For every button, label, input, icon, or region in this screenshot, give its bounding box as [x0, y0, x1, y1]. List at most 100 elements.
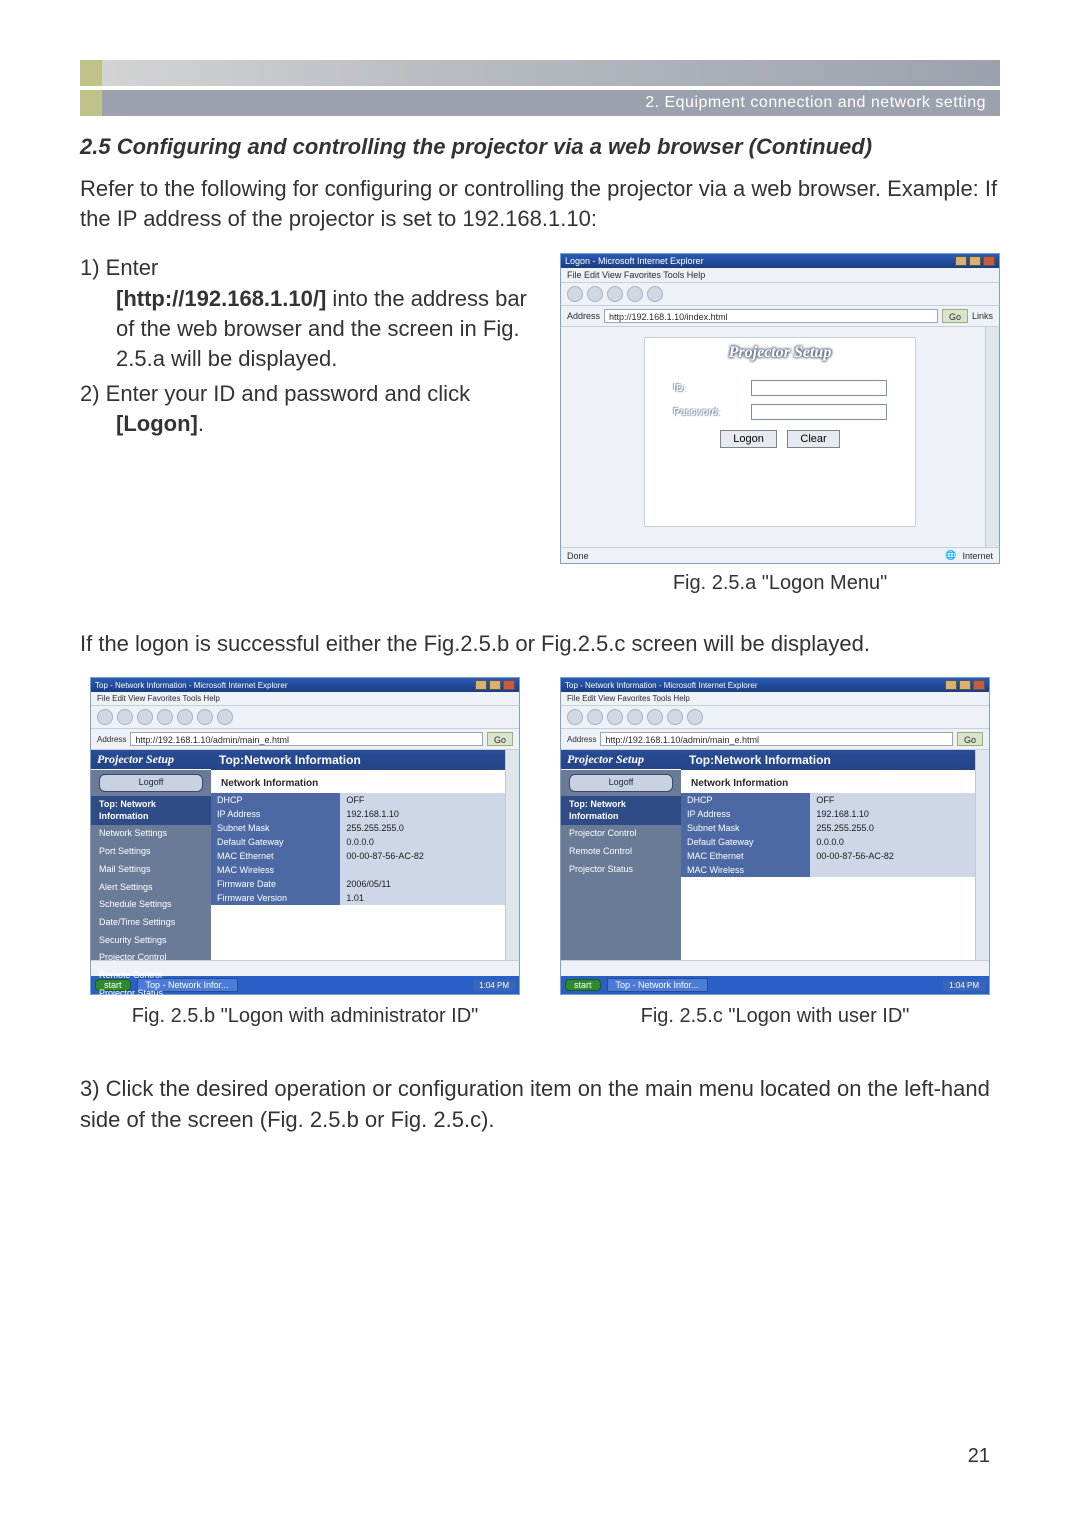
address-bar-row: Address http://192.168.1.10/admin/main_e… [91, 729, 519, 750]
step-3: 3) Click the desired operation or config… [80, 1074, 1000, 1136]
scrollbar[interactable] [975, 750, 989, 960]
page-body: Projector Setup Logoff Top: Network Info… [91, 750, 519, 960]
sidebar-item[interactable]: Alert Settings [91, 879, 211, 897]
sidebar-item[interactable]: Projector Status [91, 985, 211, 1003]
sidebar-item[interactable]: Top: Network Information [91, 796, 211, 825]
links-label[interactable]: Links [972, 311, 993, 321]
sidebar-item[interactable]: Port Settings [91, 843, 211, 861]
section-banner: 2. Equipment connection and network sett… [80, 90, 1000, 116]
content-subheader: Network Information [681, 770, 989, 793]
logon-button[interactable]: Logon [720, 430, 777, 448]
sidebar-item[interactable]: Remote Control [91, 967, 211, 985]
sidebar-item[interactable]: Security Settings [91, 932, 211, 950]
back-icon[interactable] [97, 709, 113, 725]
content-pane: Top:Network Information Network Informat… [681, 750, 989, 960]
address-input[interactable]: http://192.168.1.10/admin/main_e.html [600, 732, 953, 746]
sidebar-admin: Logoff Top: Network Information Network … [91, 750, 211, 960]
step-2: 2) Enter your ID and password and click … [80, 379, 540, 440]
maximize-icon[interactable] [969, 256, 981, 266]
close-icon[interactable] [503, 680, 515, 690]
figure-c-caption: Fig. 2.5.c "Logon with user ID" [560, 1005, 990, 1028]
logoff-button[interactable]: Logoff [569, 774, 673, 792]
go-button[interactable]: Go [942, 309, 968, 323]
password-input[interactable] [751, 404, 887, 420]
clock: 1:04 PM [943, 980, 985, 991]
search-icon[interactable] [197, 709, 213, 725]
go-button[interactable]: Go [487, 732, 513, 746]
stop-icon[interactable] [137, 709, 153, 725]
go-button[interactable]: Go [957, 732, 983, 746]
forward-icon[interactable] [587, 286, 603, 302]
home-icon[interactable] [647, 286, 663, 302]
sidebar-item[interactable]: Mail Settings [91, 861, 211, 879]
menu-bar[interactable]: File Edit View Favorites Tools Help [91, 692, 519, 706]
stop-icon[interactable] [607, 286, 623, 302]
id-input[interactable] [751, 380, 887, 396]
step-2-logon: [Logon] [116, 411, 198, 436]
address-input[interactable]: http://192.168.1.10/index.html [604, 309, 938, 323]
table-key: Firmware Date [211, 877, 340, 891]
table-key: Default Gateway [681, 835, 810, 849]
scrollbar[interactable] [985, 327, 999, 547]
table-val: 1.01 [340, 891, 519, 905]
scrollbar[interactable] [505, 750, 519, 960]
window-titlebar: Top - Network Information - Microsoft In… [561, 678, 989, 692]
minimize-icon[interactable] [475, 680, 487, 690]
sidebar-item[interactable]: Projector Status [561, 861, 681, 879]
table-key: Subnet Mask [211, 821, 340, 835]
menu-bar[interactable]: File Edit View Favorites Tools Help [561, 268, 999, 283]
search-icon[interactable] [667, 709, 683, 725]
refresh-icon[interactable] [157, 709, 173, 725]
home-icon[interactable] [647, 709, 663, 725]
window-titlebar: Top - Network Information - Microsoft In… [91, 678, 519, 692]
start-button[interactable]: start [565, 979, 601, 991]
section-banner-text: 2. Equipment connection and network sett… [645, 94, 986, 111]
figure-a-browser: Logon - Microsoft Internet Explorer File… [560, 253, 1000, 564]
step-2-prefix: 2) Enter your ID and password and click [80, 381, 470, 406]
figure-a-caption: Fig. 2.5.a "Logon Menu" [560, 572, 1000, 595]
logoff-button[interactable]: Logoff [99, 774, 203, 792]
sidebar-item[interactable]: Schedule Settings [91, 896, 211, 914]
sidebar-item[interactable]: Top: Network Information [561, 796, 681, 825]
refresh-icon[interactable] [627, 709, 643, 725]
table-key: MAC Wireless [681, 863, 810, 877]
address-input[interactable]: http://192.168.1.10/admin/main_e.html [130, 732, 483, 746]
window-title: Logon - Microsoft Internet Explorer [565, 256, 704, 266]
figure-c-browser: Top - Network Information - Microsoft In… [560, 677, 990, 995]
clear-button[interactable]: Clear [787, 430, 839, 448]
close-icon[interactable] [973, 680, 985, 690]
network-info-table: DHCPOFF IP Address192.168.1.10 Subnet Ma… [681, 793, 989, 877]
table-key: Default Gateway [211, 835, 340, 849]
taskbar-item[interactable]: Top - Network Infor... [607, 978, 708, 992]
page-top-rule [80, 60, 1000, 86]
home-icon[interactable] [177, 709, 193, 725]
zone-icon: 🌐 [945, 550, 956, 561]
sidebar-item[interactable]: Remote Control [561, 843, 681, 861]
maximize-icon[interactable] [959, 680, 971, 690]
table-key: IP Address [211, 807, 340, 821]
minimize-icon[interactable] [955, 256, 967, 266]
status-bar [561, 960, 989, 976]
page-body: Projector Setup Logoff Top: Network Info… [561, 750, 989, 960]
stop-icon[interactable] [607, 709, 623, 725]
back-icon[interactable] [567, 286, 583, 302]
forward-icon[interactable] [117, 709, 133, 725]
menu-bar[interactable]: File Edit View Favorites Tools Help [561, 692, 989, 706]
table-val: 00-00-87-56-AC-82 [810, 849, 989, 863]
table-key: Firmware Version [211, 891, 340, 905]
back-icon[interactable] [567, 709, 583, 725]
close-icon[interactable] [983, 256, 995, 266]
minimize-icon[interactable] [945, 680, 957, 690]
sidebar-item[interactable]: Projector Control [561, 825, 681, 843]
favorites-icon[interactable] [687, 709, 703, 725]
refresh-icon[interactable] [627, 286, 643, 302]
sidebar-item[interactable]: Date/Time Settings [91, 914, 211, 932]
table-key: DHCP [681, 793, 810, 807]
table-key: MAC Wireless [211, 863, 340, 877]
forward-icon[interactable] [587, 709, 603, 725]
sidebar-item[interactable]: Projector Control [91, 949, 211, 967]
sidebar-item[interactable]: Network Settings [91, 825, 211, 843]
maximize-icon[interactable] [489, 680, 501, 690]
mid-paragraph: If the logon is successful either the Fi… [80, 631, 1000, 657]
favorites-icon[interactable] [217, 709, 233, 725]
